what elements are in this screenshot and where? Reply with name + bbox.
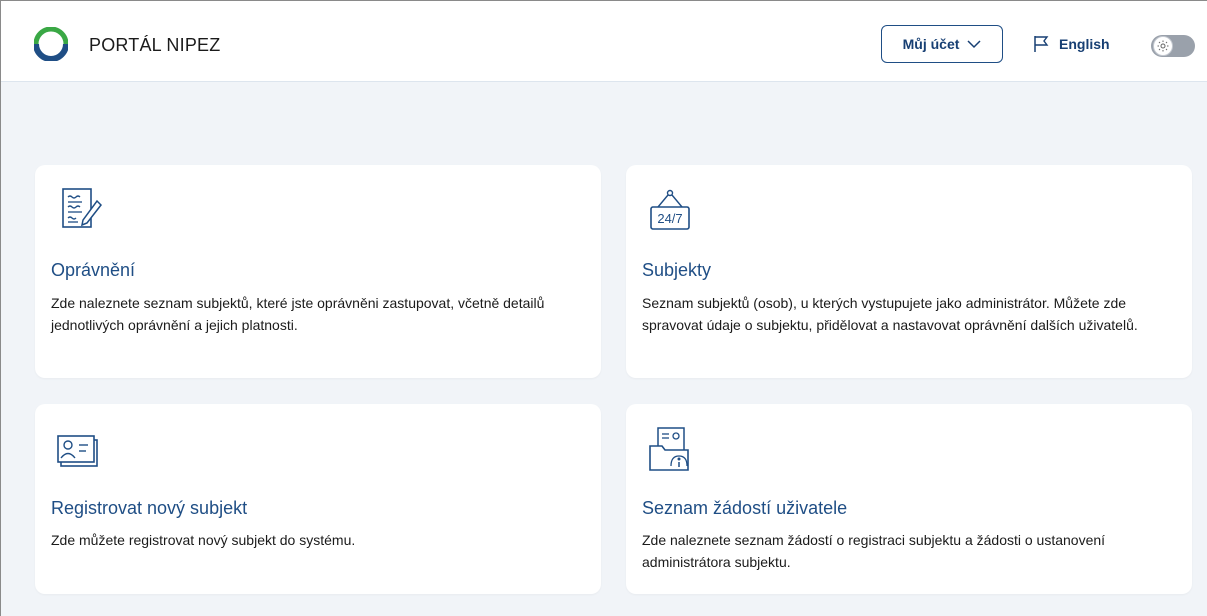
card-description: Zde naleznete seznam žádostí o registrac… [642, 532, 1106, 570]
24-7-sign-icon: 24/7 [642, 187, 694, 235]
card-description: Seznam subjektů (osob), u kterých vystup… [642, 295, 1138, 333]
my-account-button[interactable]: Můj účet [881, 25, 1003, 63]
document-edit-icon [51, 187, 103, 235]
card-title: Registrovat nový subjekt [51, 498, 248, 518]
card-description: Zde naleznete seznam subjektů, které jst… [51, 295, 545, 333]
card-seznam-zadosti[interactable]: Seznam žádostí uživatele Zde naleznete s… [626, 404, 1192, 594]
top-header: PORTÁL NIPEZ Můj účet English [1, 1, 1207, 82]
chevron-down-icon [967, 40, 981, 49]
card-description: Zde můžete registrovat nový subjekt do s… [51, 532, 356, 548]
nipez-logo-icon[interactable] [33, 26, 69, 62]
language-switch[interactable]: English [1033, 35, 1110, 53]
card-registrovat[interactable]: Registrovat nový subjekt Zde můžete regi… [35, 404, 601, 594]
card-title: Subjekty [642, 260, 712, 280]
language-label: English [1059, 36, 1110, 52]
id-card-icon [51, 426, 103, 474]
window-border-left [0, 0, 1, 616]
sun-icon [1153, 36, 1173, 56]
my-account-label: Můj účet [902, 36, 960, 52]
folder-profile-icon [642, 426, 694, 474]
flag-icon [1034, 36, 1049, 52]
theme-toggle[interactable] [1151, 35, 1195, 57]
portal-title[interactable]: PORTÁL NIPEZ [89, 35, 220, 56]
card-subjekty[interactable]: 24/7 Subjekty Seznam subjektů (osob), u … [626, 165, 1192, 378]
card-title: Oprávnění [51, 260, 136, 280]
24-7-text: 24/7 [657, 211, 682, 226]
card-title: Seznam žádostí uživatele [642, 498, 848, 518]
card-opravneni[interactable]: Oprávnění Zde naleznete seznam subjektů,… [35, 165, 601, 378]
